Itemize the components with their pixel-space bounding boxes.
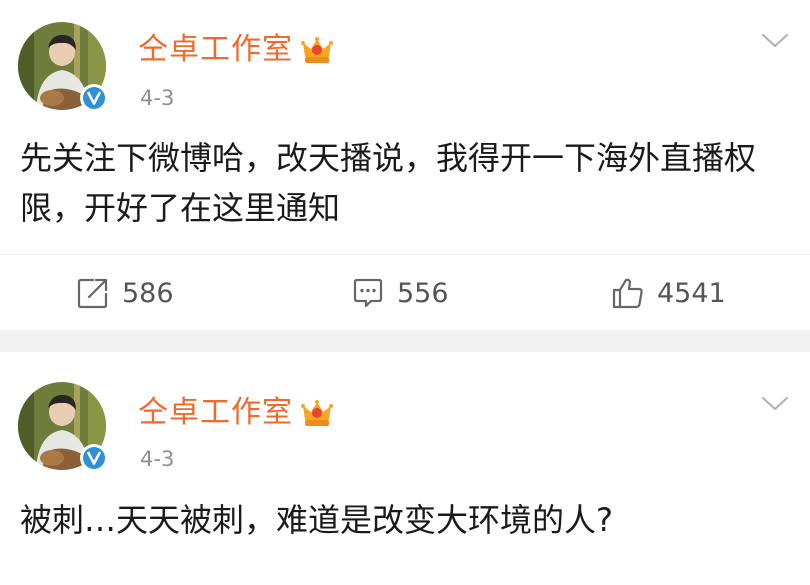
- weibo-post[interactable]: 仝卓工作室 4-3 先关注下微博哈，改天播说，我得开一下海外直播权限，开好了在这…: [0, 0, 810, 330]
- post-text: 被刺…天天被刺，难道是改变大环境的人?: [20, 501, 613, 539]
- avatar[interactable]: [18, 382, 110, 474]
- vip-crown-icon[interactable]: [301, 35, 333, 65]
- author-row: 仝卓工作室: [138, 393, 333, 433]
- post-action-bar: 586 556 4541: [0, 254, 810, 331]
- post-time: 4-3: [140, 447, 175, 471]
- repost-icon: [77, 278, 108, 309]
- vip-crown-icon[interactable]: [301, 398, 333, 428]
- author-name[interactable]: 仝卓工作室: [138, 393, 293, 433]
- chevron-down-icon[interactable]: [760, 32, 790, 50]
- thumbs-up-icon: [612, 278, 643, 309]
- comment-button[interactable]: 556: [351, 273, 449, 313]
- weibo-post[interactable]: 仝卓工作室 4-3 被刺…天天被刺，难道是改变大环境的人?: [0, 352, 810, 585]
- comment-icon: [353, 278, 383, 308]
- like-count: 4541: [657, 277, 726, 309]
- chevron-down-icon[interactable]: [760, 395, 790, 413]
- post-time: 4-3: [140, 86, 175, 110]
- verified-v-badge-icon: [80, 444, 108, 472]
- author-name[interactable]: 仝卓工作室: [138, 30, 293, 70]
- avatar[interactable]: [18, 22, 110, 114]
- repost-count: 586: [122, 277, 174, 309]
- weibo-feed: 仝卓工作室 4-3 先关注下微博哈，改天播说，我得开一下海外直播权限，开好了在这…: [0, 0, 810, 585]
- author-row: 仝卓工作室: [138, 30, 333, 70]
- like-button[interactable]: 4541: [611, 273, 726, 313]
- post-separator: [0, 330, 810, 352]
- repost-button[interactable]: 586: [76, 273, 174, 313]
- comment-count: 556: [397, 277, 449, 309]
- verified-v-badge-icon: [80, 84, 108, 112]
- post-text: 先关注下微博哈，改天播说，我得开一下海外直播权限，开好了在这里通知: [20, 139, 757, 227]
